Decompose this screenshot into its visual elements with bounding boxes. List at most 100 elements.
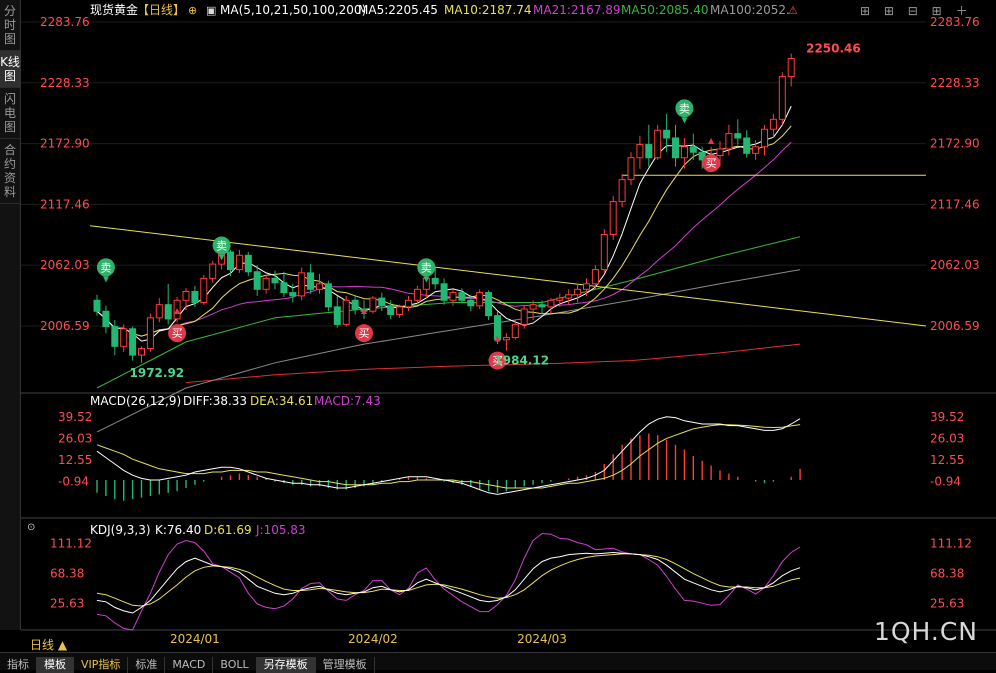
candle-up bbox=[609, 201, 617, 235]
candle-down bbox=[689, 146, 697, 153]
sell-arrow-icon: ▼ bbox=[219, 252, 226, 261]
candle-up bbox=[591, 269, 599, 285]
add-icon[interactable]: ＋ bbox=[956, 4, 968, 18]
period-tag[interactable]: 【日线】 bbox=[137, 3, 185, 17]
kdj-j-value: J:105.83 bbox=[255, 523, 306, 537]
candle-up bbox=[520, 308, 528, 325]
signal-label: 买 bbox=[172, 327, 183, 340]
candle-up bbox=[752, 146, 760, 154]
zoom-out-icon[interactable]: ⊟ bbox=[908, 4, 918, 18]
warning-icon[interactable]: ⚠ bbox=[788, 4, 798, 17]
macd-pane bbox=[96, 416, 801, 501]
signal-label: 卖 bbox=[421, 261, 432, 274]
period-selector[interactable]: 日线 ▲ bbox=[30, 636, 67, 653]
macd-hist-value: MACD:7.43 bbox=[314, 394, 381, 408]
price-tick-left: 2283.76 bbox=[40, 15, 90, 29]
tab-templates[interactable]: 模板 bbox=[37, 657, 74, 673]
price-annotation: 2250.46 bbox=[806, 42, 861, 56]
tab-save-template[interactable]: 另存模板 bbox=[256, 657, 316, 673]
kdj-tick-left: 68.38 bbox=[50, 566, 84, 580]
dea-line bbox=[96, 424, 801, 489]
price-tick-left: 2228.33 bbox=[40, 76, 90, 90]
candle-up bbox=[235, 254, 243, 271]
candle-up bbox=[761, 128, 768, 148]
sell-arrow-icon: ▼ bbox=[423, 274, 430, 283]
macd-tick-left: 12.55 bbox=[58, 453, 92, 467]
crosshair-icon[interactable]: ⊞ bbox=[884, 4, 894, 18]
price-tick-left: 2062.03 bbox=[40, 258, 90, 272]
candle-down bbox=[431, 277, 439, 285]
candle-down bbox=[485, 292, 493, 317]
period-label: 日线 bbox=[30, 638, 55, 652]
settings-icon[interactable]: ⊕ bbox=[188, 4, 197, 17]
price-tick-right: 2228.33 bbox=[930, 76, 980, 90]
ma100-value: MA100:2052. bbox=[710, 3, 790, 17]
candle-down bbox=[645, 144, 653, 159]
tab-indicators[interactable]: 指标 bbox=[0, 657, 37, 673]
signal-label: 买 bbox=[359, 327, 370, 340]
candle-down bbox=[289, 292, 297, 297]
toolbar-icons: ⊞ ⊞ ⊟ ⊞ ＋ bbox=[860, 2, 978, 19]
buy-arrow-icon: ▲ bbox=[708, 136, 715, 145]
kdj-k-line bbox=[96, 551, 801, 614]
price-tick-left: 2172.90 bbox=[40, 137, 90, 151]
candle-down bbox=[387, 305, 395, 316]
candle-down bbox=[672, 137, 679, 159]
candle-down bbox=[227, 251, 234, 271]
candle-down bbox=[280, 282, 288, 294]
candle-down bbox=[129, 328, 137, 356]
macd-dea-value: DEA:34.61 bbox=[250, 394, 313, 408]
candle-up bbox=[600, 233, 608, 271]
candle-up bbox=[155, 304, 163, 319]
macd-tick-left: 26.03 bbox=[58, 431, 92, 445]
candle-down bbox=[244, 254, 252, 273]
kdj-tick-right: 111.12 bbox=[930, 536, 972, 550]
ma50-value: MA50:2085.40 bbox=[621, 3, 709, 17]
sell-arrow-icon: ▼ bbox=[681, 115, 688, 124]
candle-up bbox=[449, 292, 457, 301]
ma5-line bbox=[96, 105, 792, 342]
candle-up bbox=[298, 272, 306, 297]
tab-vip-indicators[interactable]: VIP指标 bbox=[74, 657, 129, 673]
signal-label: 卖 bbox=[679, 102, 690, 115]
macd-label: MACD(26,12,9) bbox=[90, 394, 181, 408]
candle-up bbox=[502, 337, 510, 341]
candle-down bbox=[467, 299, 475, 307]
eye-icon[interactable]: ▣ bbox=[206, 4, 216, 17]
macd-diff-value: DIFF:38.33 bbox=[183, 394, 247, 408]
candle-up bbox=[716, 148, 724, 157]
signal-markers: 卖▼卖▼卖▼卖▼买▲买▲买▲买▲ bbox=[96, 99, 721, 370]
caret-up-icon: ▲ bbox=[57, 638, 68, 652]
candle-up bbox=[680, 146, 688, 159]
candle-up bbox=[511, 323, 519, 339]
tab-boll[interactable]: BOLL bbox=[213, 657, 257, 673]
candle-up bbox=[316, 283, 323, 290]
macd-tick-right: -0.94 bbox=[930, 475, 961, 489]
date-tick: 2024/02 bbox=[348, 632, 398, 646]
candle-up bbox=[413, 288, 421, 301]
tab-manage-templates[interactable]: 管理模板 bbox=[316, 657, 375, 673]
candle-up bbox=[787, 58, 795, 78]
candle-up bbox=[209, 263, 217, 279]
kline-chart[interactable]: 卖▼卖▼卖▼卖▼买▲买▲买▲买▲ 2250.461972.921984.12 2… bbox=[0, 0, 996, 652]
candle-up bbox=[476, 292, 484, 307]
candle-down bbox=[458, 292, 466, 301]
candle-up bbox=[529, 304, 537, 310]
candle-up bbox=[574, 288, 582, 296]
candle-down bbox=[102, 310, 110, 328]
tab-macd[interactable]: MACD bbox=[165, 657, 214, 673]
buy-arrow-icon: ▲ bbox=[494, 334, 501, 343]
price-tick-right: 2172.90 bbox=[930, 137, 980, 151]
candle-up bbox=[120, 328, 128, 347]
candle-up bbox=[146, 317, 154, 350]
signal-label: 卖 bbox=[100, 261, 111, 274]
tab-standard[interactable]: 标准 bbox=[128, 657, 166, 673]
zoom-in-icon[interactable]: ⊞ bbox=[932, 4, 942, 18]
fullscreen-icon[interactable]: ⊞ bbox=[860, 4, 870, 18]
bottom-toolbar: 指标 模板 VIP指标 标准 MACD BOLL 另存模板 管理模板 bbox=[0, 652, 996, 673]
candle-up bbox=[769, 118, 777, 130]
candle-down bbox=[440, 283, 448, 301]
candle-up bbox=[636, 144, 644, 159]
candle-up bbox=[262, 277, 270, 290]
kdj-settings-icon[interactable]: ⊙ bbox=[27, 522, 35, 533]
